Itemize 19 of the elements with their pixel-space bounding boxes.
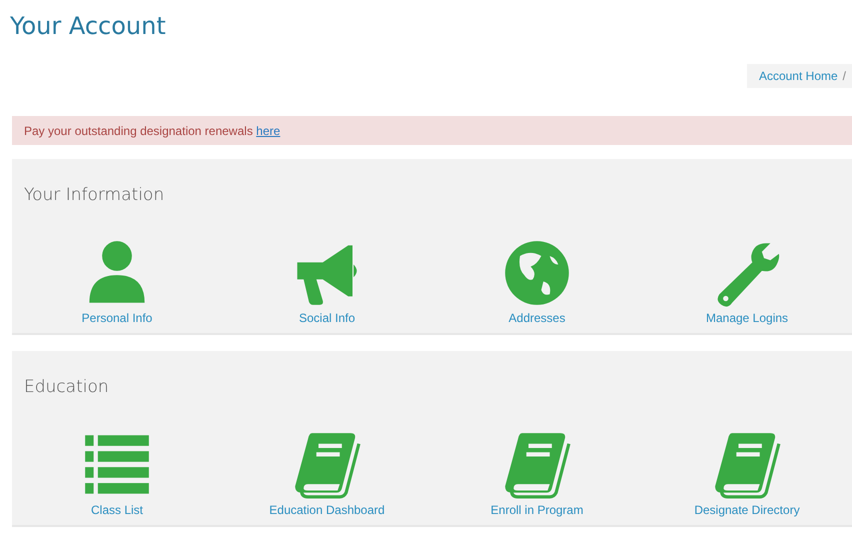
tile-link[interactable]: Class List [90,503,143,517]
tile-link[interactable]: Addresses [508,311,566,325]
globe-icon[interactable] [503,239,571,307]
tile-link[interactable]: Education Dashboard [269,503,385,517]
tile-link[interactable]: Social Info [298,311,356,325]
tile-link[interactable]: Designate Directory [694,503,800,517]
breadcrumb-link[interactable]: Account Home [758,69,838,83]
tile-link[interactable]: Enroll in Program [490,503,584,517]
book-icon[interactable] [713,431,781,499]
page-title: Your Account [10,12,166,40]
breadcrumb-separator: / [842,69,846,83]
section-title: Education [24,377,109,397]
book-icon[interactable] [293,431,361,499]
tile-link[interactable]: Manage Logins [706,311,788,325]
book-icon[interactable] [503,431,571,499]
here-link[interactable]: here [256,124,280,138]
alert-message: Pay your outstanding designation renewals here [24,124,280,138]
tile-link[interactable]: Personal Info [82,311,152,325]
section-title: Your Information [24,185,164,205]
